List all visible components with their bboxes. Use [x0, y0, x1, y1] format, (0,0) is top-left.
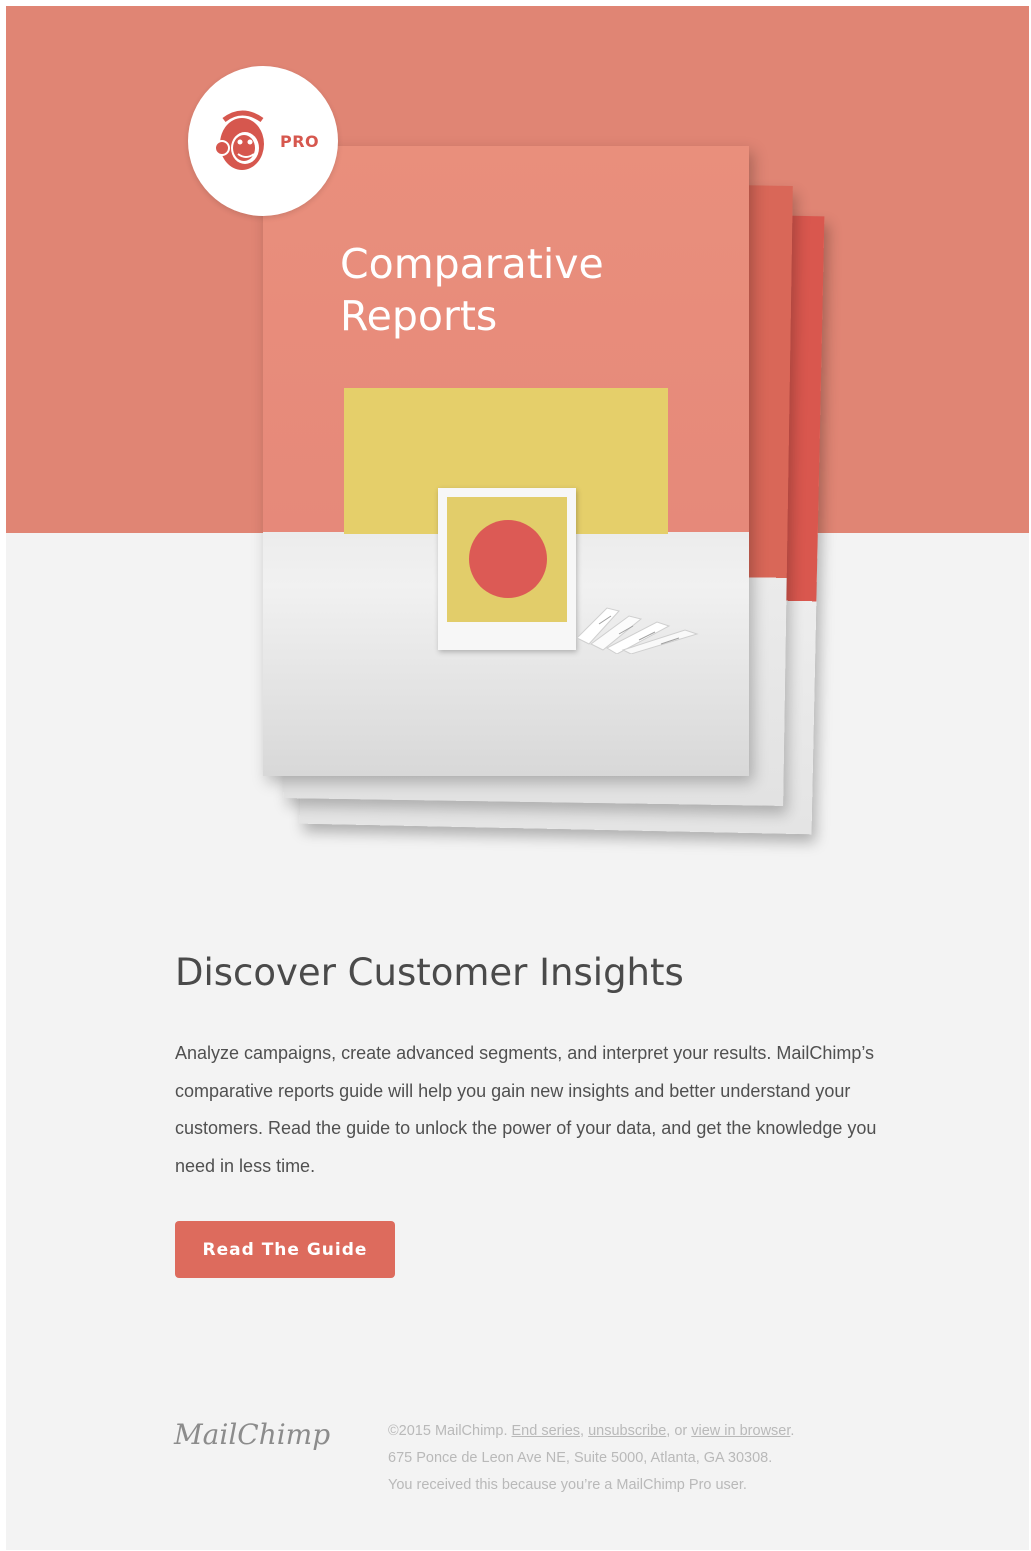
unsubscribe-link[interactable]: unsubscribe: [588, 1423, 666, 1439]
red-circle: [469, 520, 547, 598]
cover-title-line-1: Comparative: [340, 240, 604, 288]
polaroid-image: [447, 497, 567, 622]
footer-copyright: ©2015 MailChimp.: [388, 1423, 508, 1439]
footer-notice: You received this because you’re a MailC…: [388, 1477, 747, 1493]
scattered-prints: [576, 607, 699, 654]
footer-or: , or: [666, 1423, 688, 1439]
pro-badge-label: PRO: [280, 132, 320, 151]
cover-title: Comparative Reports: [340, 238, 720, 342]
headline: Discover Customer Insights: [175, 951, 684, 994]
guide-cover: Comparative Reports: [263, 146, 749, 776]
footer-address: 675 Ponce de Leon Ave NE, Suite 5000, At…: [388, 1450, 773, 1466]
polaroid-photo: [438, 488, 576, 650]
read-the-guide-button[interactable]: Read The Guide: [175, 1221, 395, 1278]
email-body: Comparative Reports PRO Discover Custome…: [6, 6, 1029, 1550]
end-series-link[interactable]: End series: [512, 1423, 581, 1439]
freddie-logo-icon: [214, 110, 264, 170]
footer-text: ©2015 MailChimp. End series, unsubscribe…: [388, 1423, 795, 1493]
pro-badge: PRO: [188, 66, 338, 216]
mailchimp-logo: MailChimp: [174, 1418, 331, 1451]
body-copy: Analyze campaigns, create advanced segme…: [175, 1043, 877, 1176]
cover-title-line-2: Reports: [340, 292, 498, 340]
view-in-browser-link[interactable]: view in browser: [691, 1423, 790, 1439]
